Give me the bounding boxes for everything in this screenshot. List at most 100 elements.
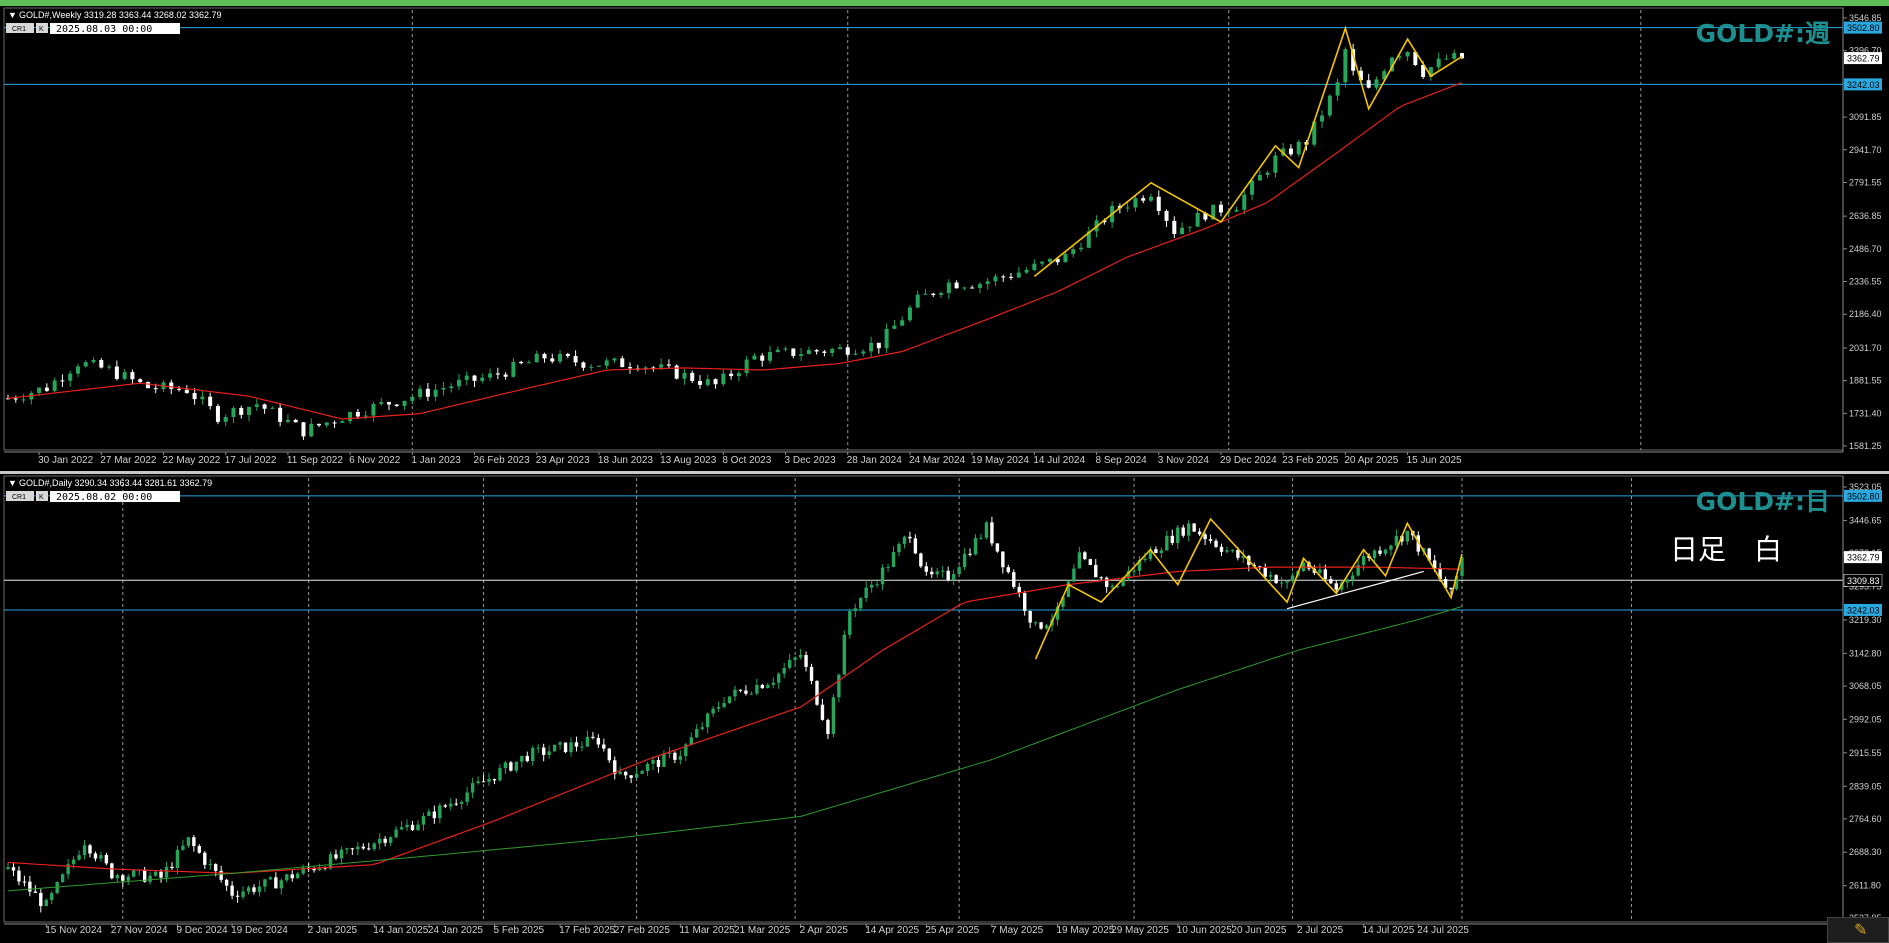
candle-body: [565, 353, 570, 357]
daily-chart-svg[interactable]: 3523.053446.653372.153295.753219.303142.…: [0, 474, 1889, 943]
candle-body: [200, 396, 205, 400]
price-tick-label: 1731.40: [1849, 408, 1882, 418]
candle-body: [569, 742, 573, 753]
candle-body: [563, 742, 568, 753]
candle-body: [219, 870, 223, 880]
candle-body: [115, 875, 120, 879]
price-label-text: 3242.03: [1847, 80, 1880, 90]
price-tick-label: 2941.70: [1849, 145, 1882, 155]
time-tick-label: 17 Feb 2025: [559, 925, 616, 936]
candle-body: [924, 566, 929, 572]
chart-header-text: GOLD#,Daily 3290.34 3363.44 3281.61 3362…: [19, 478, 212, 488]
symbol-watermark-label: GOLD#:週: [1696, 19, 1830, 48]
candle-body: [449, 386, 454, 389]
candle-body: [17, 870, 21, 882]
time-tick-label: 30 Jan 2022: [38, 455, 93, 466]
time-tick-label: 2 Jul 2025: [1297, 925, 1344, 936]
candle-body: [876, 342, 881, 349]
time-tick-label: 10 Jun 2025: [1177, 925, 1232, 936]
candle-body: [859, 597, 863, 609]
candle-body: [285, 874, 289, 881]
candle-body: [122, 372, 127, 379]
candle-body: [148, 875, 152, 882]
candle-body: [104, 855, 109, 864]
candle-body: [806, 350, 811, 355]
candle-body: [421, 815, 426, 825]
candle-body: [799, 354, 804, 356]
candle-body: [1186, 523, 1191, 536]
corner-tool-button[interactable]: ✎: [1827, 917, 1889, 943]
time-tick-label: 19 May 2024: [971, 455, 1029, 466]
candle-body: [470, 783, 475, 793]
candle-body: [495, 373, 500, 375]
candle-body: [377, 838, 382, 844]
candle-body: [301, 422, 306, 437]
time-tick-label: 14 Apr 2025: [865, 925, 919, 936]
candle-body: [791, 348, 796, 356]
candle-body: [666, 364, 671, 366]
candle-body: [169, 382, 174, 389]
candle-body: [1268, 575, 1273, 577]
chart-header-text: GOLD#,Weekly 3319.28 3363.44 3268.02 336…: [19, 10, 222, 20]
candle-body: [662, 753, 666, 767]
candle-body: [525, 755, 529, 762]
candle-body: [410, 396, 415, 401]
price-tick-label: 1881.55: [1849, 376, 1882, 386]
candle-body: [268, 877, 273, 880]
candle-body: [309, 423, 314, 437]
candle-body: [443, 805, 447, 807]
candle-body: [716, 706, 721, 709]
candle-body: [465, 792, 469, 802]
candle-body: [919, 553, 923, 567]
candle-body: [239, 407, 244, 415]
price-tick-label: 2839.05: [1849, 781, 1882, 791]
price-label-text: 3242.03: [1847, 605, 1880, 615]
candle-body: [1345, 579, 1349, 583]
candle-body: [558, 742, 562, 745]
time-tick-label: 25 Apr 2025: [925, 925, 979, 936]
candle-body: [438, 805, 442, 819]
weekly-chart-svg[interactable]: 3546.853396.703246.553091.852941.702791.…: [0, 6, 1889, 472]
price-tick-label: 2336.55: [1849, 277, 1882, 287]
candle-body: [334, 854, 338, 859]
mini-button-cr1-label: CR1: [12, 494, 26, 501]
candle-body: [33, 891, 38, 893]
price-tick-label: 2031.70: [1849, 343, 1882, 353]
candle-body: [208, 864, 212, 866]
time-tick-label: 2 Jan 2025: [308, 925, 358, 936]
price-tick-label: 2915.55: [1849, 748, 1882, 758]
candle-body: [503, 374, 508, 377]
daily-chart-pane[interactable]: 3523.053446.653372.153295.753219.303142.…: [0, 474, 1889, 943]
price-tick-label: 2636.85: [1849, 211, 1882, 221]
candle-body: [177, 388, 182, 390]
candle-body: [93, 853, 98, 859]
candle-body: [449, 803, 453, 807]
candle-body: [454, 803, 458, 805]
candle-body: [845, 347, 850, 355]
time-tick-label: 29 May 2025: [1111, 925, 1169, 936]
candle-body: [721, 373, 726, 385]
candle-body: [954, 282, 959, 289]
candle-body: [208, 396, 213, 407]
price-label-text: 3502.80: [1847, 23, 1880, 33]
candle-body: [339, 849, 344, 859]
weekly-chart-pane[interactable]: 3546.853396.703246.553091.852941.702791.…: [0, 6, 1889, 472]
candle-body: [39, 892, 43, 907]
candle-body: [1274, 575, 1278, 584]
candle-body: [620, 358, 625, 368]
candle-body: [278, 407, 283, 422]
time-tick-label: 8 Oct 2023: [722, 455, 771, 466]
candle-body: [77, 855, 81, 860]
symbol-watermark-label: GOLD#:日: [1696, 487, 1830, 516]
candle-body: [492, 778, 497, 781]
time-tick-label: 3 Dec 2023: [785, 455, 837, 466]
candle-body: [793, 657, 797, 660]
time-tick-label: 13 Aug 2023: [660, 455, 717, 466]
candle-body: [869, 584, 874, 588]
candle-body: [853, 608, 857, 612]
candle-body: [913, 538, 918, 554]
candle-body: [263, 879, 267, 887]
candle-body: [733, 689, 737, 697]
candle-body: [1372, 550, 1377, 558]
candle-body: [787, 659, 792, 668]
